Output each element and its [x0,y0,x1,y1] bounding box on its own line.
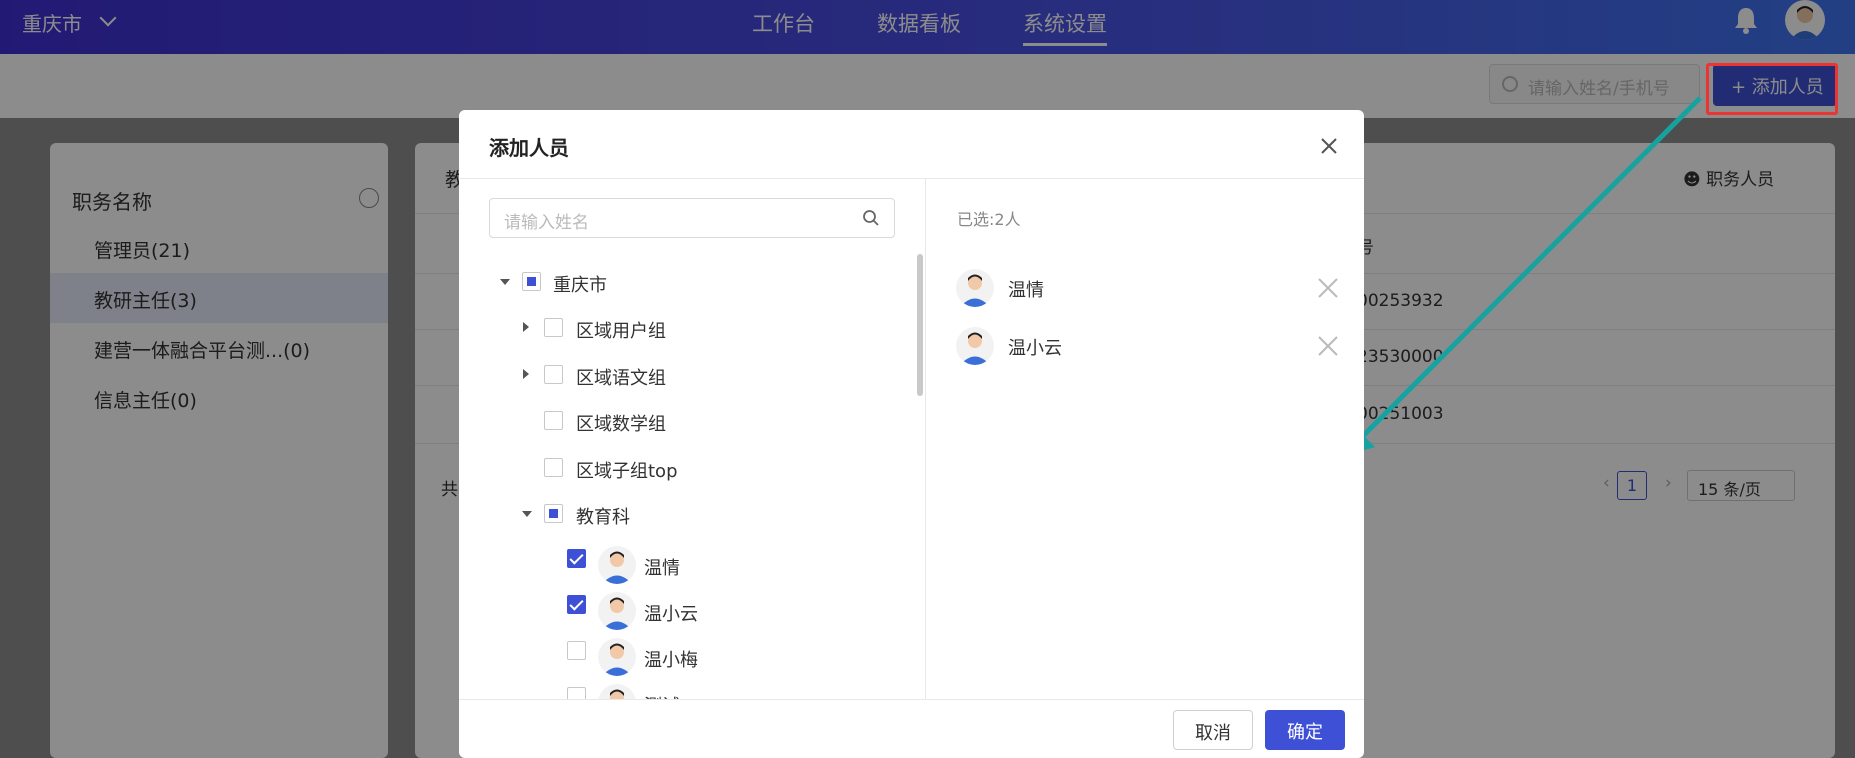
tree-node-region-users[interactable]: 区域用户组 [459,314,919,344]
tree-checkbox[interactable] [567,641,586,660]
tree-checkbox[interactable] [544,365,563,384]
avatar [598,638,636,676]
tree-node-person[interactable]: 温情 [459,546,919,586]
avatar [598,546,636,584]
tree-checkbox[interactable] [544,504,563,523]
tree-node-chongqing[interactable]: 重庆市 [459,268,919,298]
avatar [956,327,994,365]
avatar [956,269,994,307]
selected-name: 温情 [1008,280,1044,301]
selected-name: 温小云 [1008,338,1062,359]
tree-checkbox[interactable] [544,411,563,430]
highlight-box [1706,63,1838,115]
tree-node-region-math[interactable]: 区域数学组 [459,407,919,437]
tree-clip: 测试 [459,684,925,699]
tree-node-region-chinese[interactable]: 区域语文组 [459,361,919,391]
name-search-input[interactable]: 请输入姓名 [489,198,895,238]
search-icon[interactable] [862,209,880,227]
avatar [598,684,636,699]
tree-checkbox[interactable] [567,595,586,614]
tree-checkbox[interactable] [567,687,586,699]
add-member-modal: 添加人员 请输入姓名 重庆市 区域用户组 区域语文组 区域数学组 区域子组top [459,110,1364,758]
tree-checkbox[interactable] [567,549,586,568]
divider [459,178,1364,179]
cancel-button[interactable]: 取消 [1173,710,1253,750]
remove-icon[interactable] [1317,277,1339,299]
caret-right-icon[interactable] [523,322,529,332]
tree-node-education[interactable]: 教育科 [459,500,919,530]
caret-down-icon[interactable] [522,511,532,517]
tree-node-person[interactable]: 测试 [459,684,919,699]
tree-node-person[interactable]: 温小梅 [459,638,919,678]
avatar [598,592,636,630]
selected-item: 温小云 [956,324,1346,368]
tree-node-region-subgroup[interactable]: 区域子组top [459,454,919,484]
selected-item: 温情 [956,266,1346,310]
caret-right-icon[interactable] [523,369,529,379]
tree-checkbox[interactable] [544,318,563,337]
confirm-button[interactable]: 确定 [1265,710,1345,750]
caret-down-icon[interactable] [500,279,510,285]
selected-count: 已选:2人 [957,210,1021,229]
remove-icon[interactable] [1317,335,1339,357]
close-icon[interactable] [1317,134,1341,158]
divider [925,179,926,699]
modal-title: 添加人员 [489,136,569,160]
tree-checkbox[interactable] [544,458,563,477]
tree-checkbox[interactable] [522,272,541,291]
tree-node-person[interactable]: 温小云 [459,592,919,632]
divider [459,699,1364,700]
